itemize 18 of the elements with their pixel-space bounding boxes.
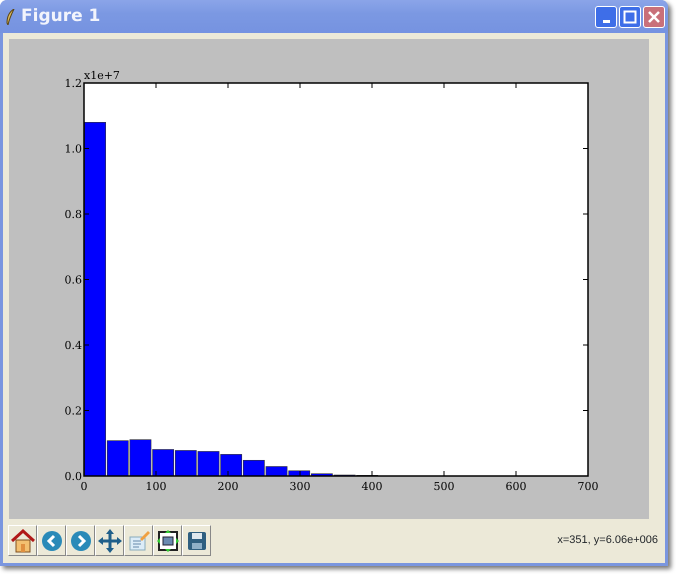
y-tick-label: 0.6: [64, 274, 82, 286]
x-tick-label: 700: [578, 480, 598, 493]
x-tick-label: 100: [146, 480, 166, 493]
y-tick-label: 0.2: [64, 404, 82, 418]
x-tick-label: 300: [290, 480, 310, 493]
x-tick-label: 600: [506, 480, 526, 493]
cursor-coordinates: x=351, y=6.06e+006: [557, 533, 659, 548]
y-tick-label: 0.8: [64, 208, 82, 221]
x-tick-label: 400: [362, 480, 382, 493]
y-tick-label: 0.0: [64, 470, 82, 483]
x-tick-label: 200: [218, 480, 238, 493]
y-tick-label: 1.2: [64, 77, 82, 90]
y-tick-label: 1.0: [64, 142, 82, 156]
x-tick-label: 500: [434, 480, 454, 493]
window-title: Figure 1: [21, 4, 100, 28]
axis-offset-label: x1e+7: [84, 69, 120, 82]
y-tick-label: 0.4: [64, 339, 82, 352]
x-tick-label: 0: [80, 480, 88, 493]
